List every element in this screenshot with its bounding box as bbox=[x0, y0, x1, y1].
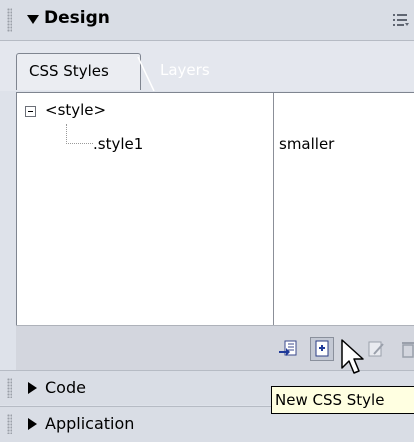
tooltip-text: New CSS Style bbox=[275, 391, 385, 409]
expand-arrow-right-icon[interactable] bbox=[28, 382, 37, 394]
panel-grip-icon[interactable] bbox=[7, 414, 12, 434]
expand-arrow-down-icon[interactable] bbox=[27, 15, 39, 24]
style-rule-name[interactable]: .style1 bbox=[93, 135, 143, 153]
new-css-style-icon bbox=[315, 340, 329, 357]
tree-connector-line bbox=[66, 124, 93, 144]
application-panel-title[interactable]: Application bbox=[45, 414, 134, 433]
tab-css-styles-label: CSS Styles bbox=[29, 62, 109, 80]
design-panel-header[interactable]: Design bbox=[0, 0, 414, 41]
collapse-minus-icon[interactable] bbox=[25, 106, 36, 117]
tab-layers[interactable]: Layers bbox=[160, 61, 210, 79]
new-css-style-button[interactable] bbox=[310, 337, 334, 361]
tab-bar: CSS Styles Layers bbox=[0, 41, 414, 91]
style-rule-value[interactable]: smaller bbox=[279, 135, 334, 153]
tooltip: New CSS Style bbox=[271, 386, 414, 414]
edit-style-icon[interactable] bbox=[366, 339, 386, 359]
panel-grip-icon[interactable] bbox=[7, 8, 12, 32]
tab-divider bbox=[137, 57, 155, 91]
mouse-pointer-icon bbox=[341, 339, 364, 374]
delete-style-icon[interactable] bbox=[398, 339, 414, 359]
css-styles-list[interactable]: <style> .style1 smaller bbox=[16, 92, 414, 326]
design-panel-title[interactable]: Design bbox=[44, 8, 110, 28]
style-tag-item[interactable]: <style> bbox=[45, 101, 106, 119]
tab-css-styles[interactable]: CSS Styles bbox=[16, 53, 141, 90]
panel-options-icon[interactable] bbox=[392, 12, 410, 28]
code-panel-title[interactable]: Code bbox=[45, 378, 86, 397]
column-divider[interactable] bbox=[273, 93, 274, 326]
expand-arrow-right-icon[interactable] bbox=[28, 418, 37, 430]
attach-style-sheet-icon[interactable] bbox=[278, 339, 298, 359]
panel-grip-icon[interactable] bbox=[7, 378, 12, 398]
